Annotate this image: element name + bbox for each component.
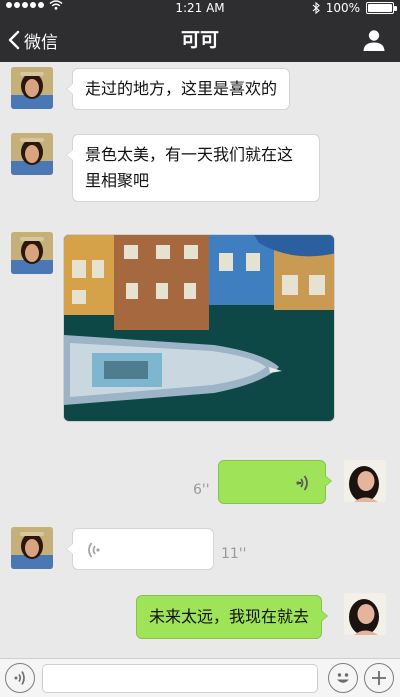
page-title: 可可 bbox=[180, 29, 219, 51]
contact-avatar[interactable] bbox=[11, 527, 53, 569]
profile-icon[interactable] bbox=[362, 28, 386, 52]
message-text: 景色太美，有一天我们就在这里相聚吧 bbox=[85, 145, 294, 190]
my-avatar[interactable] bbox=[344, 593, 386, 635]
bluetooth-icon bbox=[312, 2, 320, 14]
input-bar bbox=[0, 658, 400, 697]
voice-duration: 11'' bbox=[221, 546, 247, 562]
my-avatar[interactable] bbox=[344, 460, 386, 502]
battery-percent: 100% bbox=[325, 1, 360, 15]
message-bubble-outgoing[interactable]: 未来太远，我现在就去 bbox=[136, 595, 329, 639]
emoji-button[interactable] bbox=[328, 663, 358, 693]
contact-avatar[interactable] bbox=[11, 133, 53, 175]
message-bubble-incoming[interactable]: 走过的地方，这里是喜欢的 bbox=[65, 68, 291, 110]
message-input[interactable] bbox=[42, 664, 318, 693]
voice-duration: 6'' bbox=[193, 482, 210, 498]
nav-bar: 微信 可可 bbox=[0, 18, 400, 62]
voice-message-outgoing[interactable] bbox=[218, 460, 332, 504]
voice-wave-icon bbox=[88, 542, 100, 558]
battery-icon bbox=[366, 2, 397, 14]
contact-avatar[interactable] bbox=[11, 232, 53, 274]
status-bar: 1:21 AM 100% bbox=[0, 0, 400, 16]
image-message[interactable] bbox=[63, 234, 335, 422]
smiley-icon bbox=[337, 673, 349, 683]
message-bubble-incoming[interactable]: 景色太美，有一天我们就在这里相聚吧 bbox=[66, 134, 320, 202]
voice-message-incoming[interactable] bbox=[66, 528, 214, 570]
voice-input-button[interactable] bbox=[5, 663, 35, 693]
message-text: 走过的地方，这里是喜欢的 bbox=[85, 79, 278, 98]
top-bar: 1:21 AM 100% 微信 可可 bbox=[0, 0, 400, 62]
plus-icon bbox=[372, 671, 386, 685]
more-button[interactable] bbox=[364, 663, 394, 693]
voice-icon bbox=[14, 671, 25, 685]
message-text: 未来太远，我现在就去 bbox=[149, 607, 310, 626]
chat-area[interactable]: 走过的地方，这里是喜欢的 景色太美，有一天我们就在这里相聚吧 6'' 11'' … bbox=[0, 62, 400, 658]
contact-avatar[interactable] bbox=[11, 67, 53, 109]
voice-wave-icon bbox=[296, 475, 308, 491]
